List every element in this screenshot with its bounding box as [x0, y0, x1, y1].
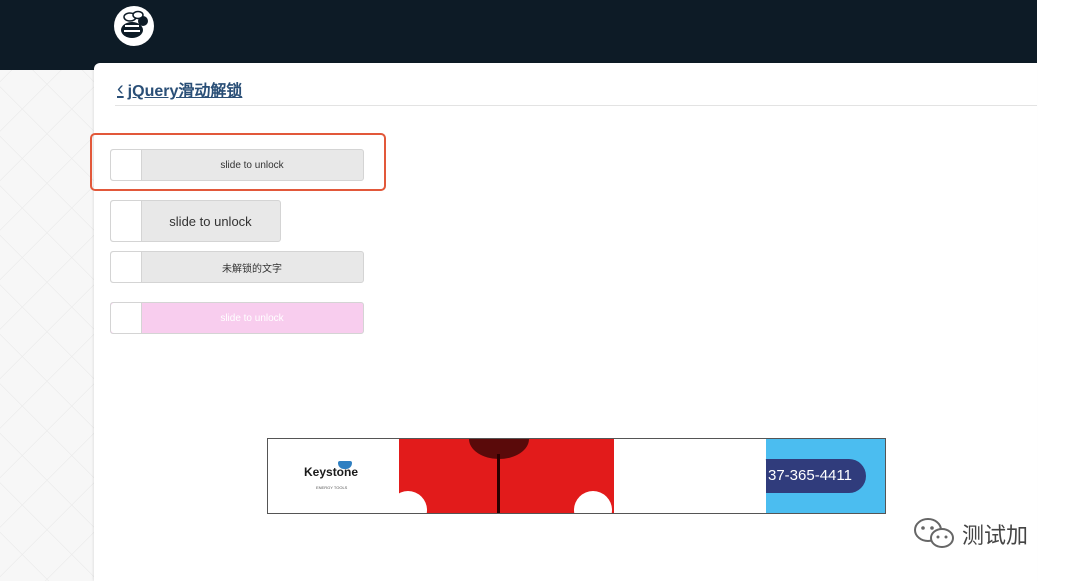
title-divider: [115, 105, 1037, 106]
back-link[interactable]: ‹ jQuery滑动解锁: [117, 77, 243, 101]
ad-brand: Keystone: [304, 465, 359, 479]
slider-label: 未解锁的文字: [222, 263, 282, 275]
unlock-slider-3[interactable]: 未解锁的文字: [110, 251, 364, 283]
slider-handle[interactable]: [111, 252, 142, 282]
page-title: jQuery滑动解锁: [127, 83, 243, 100]
unlock-slider-2[interactable]: slide to unlock: [110, 200, 281, 242]
product-slit: [497, 454, 500, 513]
watermark-text: 测试加: [962, 524, 1029, 549]
chevron-left-icon: ‹: [117, 77, 124, 100]
slider-handle[interactable]: [111, 201, 142, 241]
bee-logo-icon[interactable]: [112, 4, 156, 48]
product-roll-left: [389, 491, 427, 513]
slider-handle[interactable]: [111, 303, 142, 333]
right-margin: [1037, 0, 1080, 581]
wechat-icon: [914, 518, 954, 548]
product-roll-right: [574, 491, 612, 513]
ad-brand-sub: ENERGY TOOLS: [316, 485, 348, 490]
slider-label: slide to unlock: [220, 159, 284, 171]
ad-banner[interactable]: Keystone ENERGY TOOLS 37-365-4411: [267, 438, 886, 514]
slider-handle[interactable]: [111, 150, 142, 180]
top-navbar: [0, 0, 1037, 70]
slider-label: slide to unlock: [169, 213, 252, 229]
unlock-slider-4[interactable]: slide to unlock: [110, 302, 364, 334]
watermark: 测试加: [912, 516, 1028, 552]
unlock-slider-1[interactable]: slide to unlock: [110, 149, 364, 181]
slider-label: slide to unlock: [220, 312, 284, 324]
ad-white-panel: [718, 439, 766, 513]
ad-product-image: [389, 439, 614, 513]
background-pattern: [0, 70, 94, 581]
